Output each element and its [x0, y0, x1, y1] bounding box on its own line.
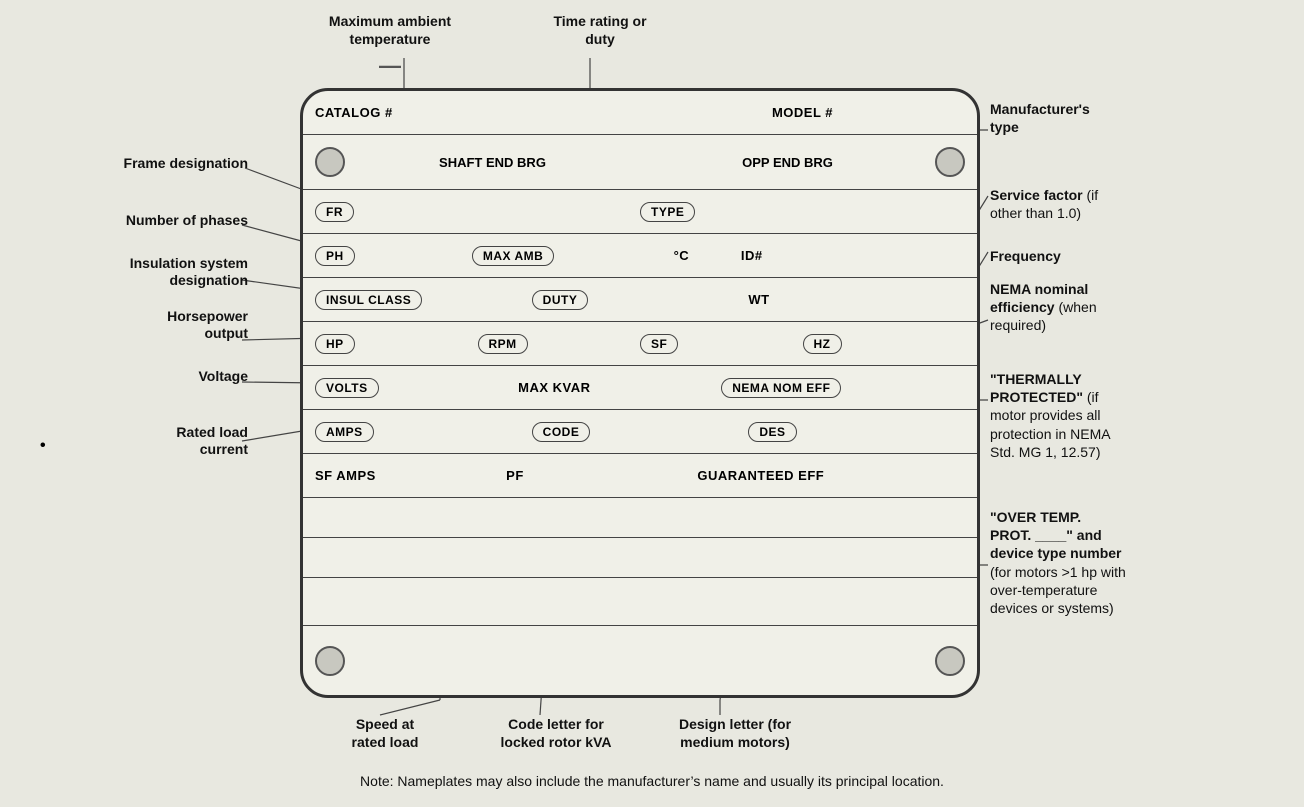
- code-letter-label: Code letter forlocked rotor kVA: [476, 715, 636, 751]
- sfamps-cell: SF AMPS: [315, 468, 506, 483]
- des-cell: DES: [748, 422, 965, 442]
- amps-oval: AMPS: [315, 422, 374, 442]
- bottom-note: Note: Nameplates may also include the ma…: [0, 773, 1304, 789]
- max-ambient-label: Maximum ambient temperature —: [320, 12, 460, 81]
- page-wrapper: Maximum ambient temperature — Time ratin…: [0, 0, 1304, 807]
- shaft-bearing-row: SHAFT END BRG OPP END BRG: [303, 135, 977, 190]
- duty-cell: DUTY: [532, 290, 749, 310]
- duty-oval: DUTY: [532, 290, 589, 310]
- circle-left-bottom: [315, 646, 345, 676]
- maxkvar-cell: MAX KVAR: [518, 380, 721, 395]
- nameplate-plate: CATALOG # MODEL # SHAFT END BRG OPP END …: [300, 88, 980, 698]
- ph-cell: PH: [315, 246, 472, 266]
- hz-cell: HZ: [803, 334, 966, 354]
- hz-oval: HZ: [803, 334, 842, 354]
- insul-duty-wt-row: INSUL CLASS DUTY WT: [303, 278, 977, 322]
- maxamb-oval: MAX AMB: [472, 246, 554, 266]
- catalog-label: CATALOG #: [315, 105, 640, 120]
- sfamps-pf-geff-row: SF AMPS PF GUARANTEED EFF: [303, 454, 977, 498]
- circle-right-top: [935, 147, 965, 177]
- pf-cell: PF: [506, 468, 697, 483]
- rpm-oval: RPM: [478, 334, 528, 354]
- volts-cell: VOLTS: [315, 378, 518, 398]
- maxamb-cell: MAX AMB: [472, 246, 674, 266]
- sf-cell: SF: [640, 334, 803, 354]
- number-of-phases-label: Number of phases: [8, 212, 248, 229]
- model-label: MODEL #: [640, 105, 965, 120]
- opp-end-label: OPP END BRG: [640, 155, 935, 170]
- empty-row-2: [303, 538, 977, 578]
- guaranteed-eff-cell: GUARANTEED EFF: [697, 468, 965, 483]
- rated-load-label: Rated loadcurrent: [58, 424, 248, 458]
- wt-cell: WT: [748, 292, 965, 307]
- celsius-cell: °C: [674, 248, 741, 263]
- volts-kvar-nema-row: VOLTS MAX KVAR NEMA NOM EFF: [303, 366, 977, 410]
- design-letter-label: Design letter (formedium motors): [655, 715, 815, 751]
- shaft-end-label: SHAFT END BRG: [345, 155, 640, 170]
- des-oval: DES: [748, 422, 796, 442]
- speed-rated-load-label: Speed atrated load: [320, 715, 450, 751]
- rpm-cell: RPM: [478, 334, 641, 354]
- amps-code-des-row: AMPS CODE DES: [303, 410, 977, 454]
- over-temp-label: "OVER TEMP.PROT. ____" anddevice type nu…: [990, 508, 1300, 617]
- volts-oval: VOLTS: [315, 378, 379, 398]
- time-rating-label: Time rating or duty: [540, 12, 660, 48]
- ph-oval: PH: [315, 246, 355, 266]
- voltage-label: Voltage: [8, 368, 248, 385]
- hp-cell: HP: [315, 334, 478, 354]
- nema-efficiency-label: NEMA nominalefficiency (whenrequired): [990, 280, 1300, 335]
- type-cell: TYPE: [640, 202, 965, 222]
- insulation-label: Insulation systemdesignation: [8, 255, 248, 289]
- nema-nom-eff-cell: NEMA NOM EFF: [721, 378, 965, 398]
- insul-oval: INSUL CLASS: [315, 290, 422, 310]
- hp-oval: HP: [315, 334, 355, 354]
- thermally-protected-label: "THERMALLYPROTECTED" (ifmotor provides a…: [990, 370, 1300, 461]
- code-cell: CODE: [532, 422, 749, 442]
- bullet-dot: •: [40, 437, 46, 455]
- frame-designation-label: Frame designation: [8, 155, 248, 172]
- type-oval: TYPE: [640, 202, 695, 222]
- insul-cell: INSUL CLASS: [315, 290, 532, 310]
- circle-right-bottom: [935, 646, 965, 676]
- manufacturers-type-label: Manufacturer'stype: [990, 100, 1300, 136]
- empty-row-1: [303, 498, 977, 538]
- fr-type-row: FR TYPE: [303, 190, 977, 234]
- service-factor-label: Service factor (ifother than 1.0): [990, 186, 1300, 222]
- amps-cell: AMPS: [315, 422, 532, 442]
- ph-maxamb-row: PH MAX AMB °C ID#: [303, 234, 977, 278]
- fr-cell: FR: [315, 202, 640, 222]
- horsepower-label: Horsepoweroutput: [8, 308, 248, 342]
- id-cell: ID#: [741, 248, 965, 263]
- code-oval: CODE: [532, 422, 591, 442]
- bottom-corners-row: [303, 625, 977, 695]
- sf-oval: SF: [640, 334, 678, 354]
- frequency-label: Frequency: [990, 247, 1300, 265]
- catalog-model-row: CATALOG # MODEL #: [303, 91, 977, 135]
- nema-nom-eff-oval: NEMA NOM EFF: [721, 378, 841, 398]
- fr-oval: FR: [315, 202, 354, 222]
- hp-rpm-sf-hz-row: HP RPM SF HZ: [303, 322, 977, 366]
- circle-left-top: [315, 147, 345, 177]
